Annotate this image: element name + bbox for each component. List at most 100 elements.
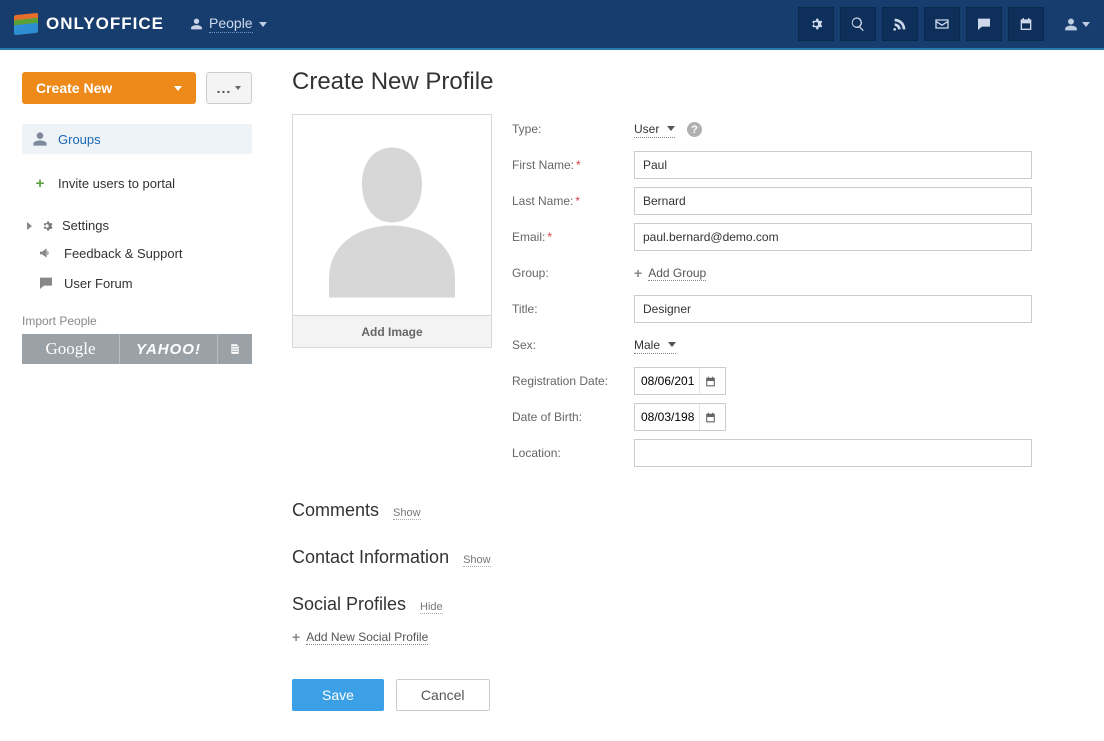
cancel-button[interactable]: Cancel	[396, 679, 490, 711]
caret-down-icon	[174, 86, 182, 91]
add-social-profile-link[interactable]: + Add New Social Profile	[292, 629, 428, 645]
contact-toggle[interactable]: Show	[463, 554, 491, 567]
reg-date-picker-button[interactable]	[699, 368, 721, 394]
sidebar-invite-label: Invite users to portal	[58, 176, 175, 191]
calendar-icon	[704, 411, 717, 424]
brand-logo[interactable]: ONLYOFFICE	[14, 14, 164, 34]
reg-date-input[interactable]	[635, 368, 699, 394]
chat-icon-button[interactable]	[966, 7, 1002, 41]
page-title: Create New Profile	[292, 68, 1074, 96]
comments-toggle[interactable]: Show	[393, 507, 421, 520]
sidebar-forum-label: User Forum	[64, 276, 133, 291]
label-reg-date: Registration Date:	[512, 374, 634, 388]
sidebar: Create New ... Groups + Invite users to …	[0, 50, 270, 741]
sidebar-item-settings[interactable]: Settings	[22, 213, 252, 238]
import-bar: Google YAHOO!	[22, 334, 252, 364]
avatar-box: Add Image	[292, 114, 492, 348]
location-input[interactable]	[634, 439, 1032, 467]
label-last-name: Last Name:*	[512, 194, 634, 208]
reg-date-input-wrap	[634, 367, 726, 395]
label-dob: Date of Birth:	[512, 410, 634, 424]
help-icon[interactable]: ?	[687, 122, 702, 137]
first-name-input[interactable]	[634, 151, 1032, 179]
label-sex: Sex:	[512, 338, 634, 352]
label-group: Group:	[512, 266, 634, 280]
import-google-button[interactable]: Google	[22, 334, 120, 364]
dots-label: ...	[217, 80, 232, 96]
user-menu[interactable]	[1064, 17, 1090, 32]
comments-title: Comments	[292, 500, 379, 521]
sidebar-item-groups[interactable]: Groups	[22, 124, 252, 154]
label-location: Location:	[512, 446, 634, 460]
save-button[interactable]: Save	[292, 679, 384, 711]
label-type: Type:	[512, 122, 634, 136]
app-header: ONLYOFFICE People	[0, 0, 1104, 48]
chat-bubble-icon	[38, 275, 54, 291]
header-actions	[798, 7, 1090, 41]
caret-down-icon	[667, 126, 675, 131]
dob-input[interactable]	[635, 404, 699, 430]
add-image-button[interactable]: Add Image	[293, 315, 491, 347]
label-email: Email:*	[512, 230, 634, 244]
main-content: Create New Profile Add Image Type:	[270, 50, 1104, 741]
megaphone-icon	[38, 245, 54, 261]
create-new-label: Create New	[36, 80, 112, 96]
plus-icon: +	[32, 175, 48, 192]
social-title: Social Profiles	[292, 594, 406, 615]
type-dropdown[interactable]: User	[634, 122, 675, 138]
person-icon	[190, 17, 203, 31]
import-yahoo-button[interactable]: YAHOO!	[120, 334, 218, 364]
sidebar-settings-label: Settings	[62, 218, 109, 233]
chat-icon	[976, 16, 992, 32]
section-comments: Comments Show	[292, 500, 1074, 521]
user-avatar-icon	[1064, 17, 1078, 32]
social-toggle[interactable]: Hide	[420, 601, 443, 614]
caret-down-icon	[1082, 22, 1090, 27]
caret-down-icon	[668, 342, 676, 347]
plus-icon: +	[634, 265, 642, 281]
logo-icon	[14, 14, 38, 34]
import-file-button[interactable]	[218, 334, 252, 364]
search-icon-button[interactable]	[840, 7, 876, 41]
avatar-placeholder	[293, 115, 491, 315]
title-input[interactable]	[634, 295, 1032, 323]
avatar-silhouette-icon	[317, 130, 467, 300]
calendar-icon	[704, 375, 717, 388]
person-icon	[32, 131, 48, 147]
plus-icon: +	[292, 629, 300, 645]
feed-icon	[892, 16, 908, 32]
caret-right-icon	[27, 222, 32, 230]
gear-icon	[808, 16, 824, 32]
email-input[interactable]	[634, 223, 1032, 251]
contact-title: Contact Information	[292, 547, 449, 568]
section-contact-info: Contact Information Show	[292, 547, 1074, 568]
calendar-icon	[1018, 16, 1034, 32]
caret-down-icon	[235, 86, 241, 90]
last-name-input[interactable]	[634, 187, 1032, 215]
module-switcher[interactable]: People	[190, 15, 267, 33]
label-title: Title:	[512, 302, 634, 316]
settings-icon-button[interactable]	[798, 7, 834, 41]
more-actions-button[interactable]: ...	[206, 72, 252, 104]
feed-icon-button[interactable]	[882, 7, 918, 41]
dob-picker-button[interactable]	[699, 404, 721, 430]
gear-icon	[40, 219, 54, 233]
sidebar-item-invite[interactable]: + Invite users to portal	[22, 168, 252, 199]
create-new-button[interactable]: Create New	[22, 72, 196, 104]
search-icon	[850, 16, 866, 32]
add-group-link[interactable]: + Add Group	[634, 265, 706, 281]
brand-text: ONLYOFFICE	[46, 14, 164, 34]
sidebar-feedback-label: Feedback & Support	[64, 246, 183, 261]
dob-input-wrap	[634, 403, 726, 431]
calendar-icon-button[interactable]	[1008, 7, 1044, 41]
import-people-title: Import People	[22, 314, 252, 328]
sidebar-item-feedback[interactable]: Feedback & Support	[22, 238, 252, 268]
file-icon	[228, 341, 242, 357]
mail-icon-button[interactable]	[924, 7, 960, 41]
sidebar-groups-label: Groups	[58, 132, 101, 147]
sex-dropdown[interactable]: Male	[634, 338, 676, 354]
sidebar-item-forum[interactable]: User Forum	[22, 268, 252, 298]
caret-down-icon	[259, 22, 267, 27]
module-label: People	[209, 15, 253, 33]
label-first-name: First Name:*	[512, 158, 634, 172]
